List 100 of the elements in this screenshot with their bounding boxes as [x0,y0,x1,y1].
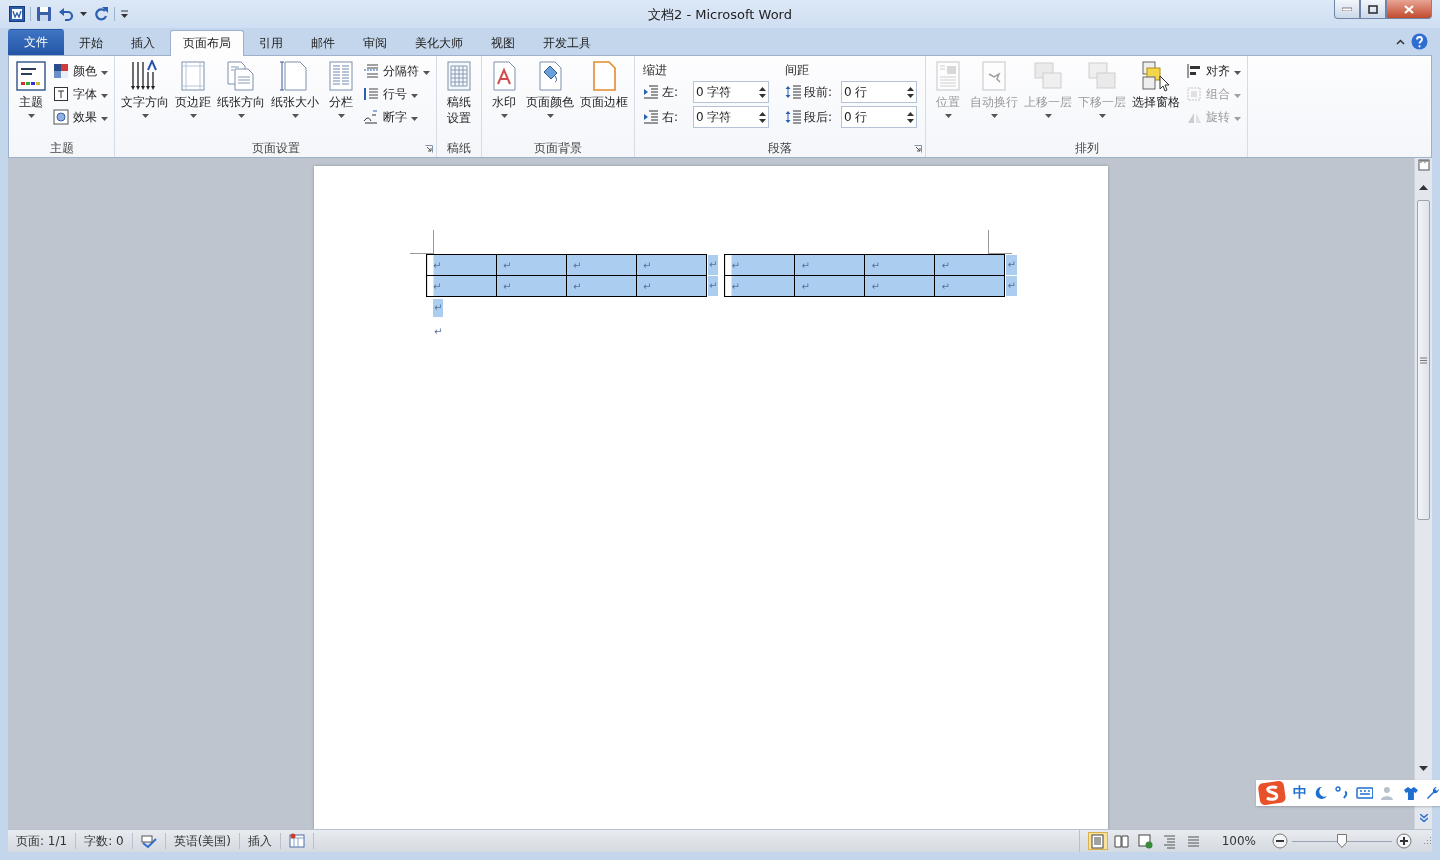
group-label: 页面背景 [534,141,582,155]
ribbon-button[interactable]: 颜色 [51,61,110,81]
zoom-out-button[interactable] [1272,833,1288,849]
indent-icon [643,85,659,99]
table-cell: ↵ [724,275,795,297]
spell-check-icon [140,833,157,849]
launcher-arrow-icon [914,145,922,153]
ribbon-button[interactable]: 分隔符 [361,61,432,81]
zoom-slider[interactable] [1292,834,1392,848]
ribbon-tab[interactable]: 插入 [118,31,168,55]
ribbon-tab[interactable]: 审阅 [350,31,400,55]
crescent-moon-icon [1313,786,1328,800]
ribbon-button[interactable]: 纸张大小 [269,59,321,139]
grip-icon [1420,356,1427,364]
ruler-icon [1417,159,1430,171]
ribbon-button[interactable]: 稿纸设置 [441,59,477,139]
ribbon-tab[interactable]: 文件 [8,29,64,55]
ribbon-tab[interactable]: 美化大师 [402,31,476,55]
scrollbar-thumb[interactable] [1417,200,1430,520]
ribbon-button[interactable]: 页面颜色 [524,59,576,139]
caret-icon [990,114,998,118]
field-label: 段前: [804,83,833,101]
ribbon-button[interactable]: 主题 [13,59,49,139]
caret-icon [291,114,299,118]
ribbon-button[interactable]: 字体 [51,84,110,104]
ribbon-button[interactable]: 行号 [361,84,432,104]
ribbon-tab[interactable]: 引用 [246,31,296,55]
spin-field[interactable]: 0 行 [841,81,917,103]
caret-icon [141,114,149,118]
table-cell: ↵ [566,254,637,276]
ribbon-button[interactable]: 断字 [361,107,432,127]
view-button[interactable] [1111,832,1132,850]
group-icon [1186,86,1202,102]
status-item[interactable]: 页面: 1/1 [8,833,77,849]
ribbon-button[interactable]: 页边距 [173,59,213,139]
t-shirt-icon [1403,786,1420,800]
zoom-in-button[interactable] [1396,833,1412,849]
ribbon-tab[interactable]: 邮件 [298,31,348,55]
crop-mark [410,230,434,254]
outline-icon [1162,833,1178,849]
ribbon-button[interactable]: 分栏 [323,59,359,139]
caret-icon [1234,70,1241,75]
zoom-level[interactable]: 100% [1215,833,1262,849]
ribbon-button[interactable]: 水印 [486,59,522,139]
punctuation-icon [1334,786,1349,800]
table-cell: ↵ [724,254,795,276]
ime-mode-button[interactable]: 中 [1292,784,1307,802]
dialog-launcher-button[interactable] [914,145,922,153]
row-end-mark: ↵ [1006,276,1017,296]
launcher-arrow-icon [425,145,433,153]
spin-arrows-icon [907,111,914,123]
ribbon-tab[interactable]: 视图 [478,31,528,55]
macro-record-icon [289,833,306,849]
section-heading: 间距 [785,62,810,78]
down-arrow-icon [1419,765,1428,771]
ribbon-button[interactable]: 选择窗格 [1130,59,1182,139]
help-button[interactable] [1411,33,1428,50]
status-item[interactable]: 英语(美国) [165,833,241,849]
spin-field[interactable]: 0 字符 [693,106,769,128]
caret-icon [944,114,952,118]
breaks-icon [363,63,379,79]
minimize-button[interactable] [1334,0,1360,19]
collapse-ribbon-button[interactable] [1396,38,1405,45]
ribbon-button[interactable]: 对齐 [1184,61,1243,81]
spin-field[interactable]: 0 字符 [693,81,769,103]
ribbon-button[interactable]: 页面边框 [578,59,630,139]
close-button[interactable] [1386,0,1432,19]
chevron-up-icon [1396,38,1405,45]
restore-button[interactable] [1360,0,1386,19]
up-arrow-icon [1419,184,1428,190]
caret-icon [1234,93,1241,98]
caret-icon [189,114,197,118]
status-item[interactable]: 插入 [240,833,282,849]
ribbon-tab[interactable]: 开始 [66,31,116,55]
caret-icon [500,114,508,118]
wrench-icon [1426,786,1440,800]
double-down-arrow-icon [1419,814,1428,822]
hyphenation-icon [363,109,379,125]
caret-icon [1098,114,1106,118]
spin-field[interactable]: 0 行 [841,106,917,128]
ruler-toggle-button[interactable] [1415,158,1432,172]
word-app-icon[interactable] [8,4,26,24]
slider-thumb[interactable] [1337,834,1347,848]
ribbon-button[interactable]: 效果 [51,107,110,127]
ribbon-tab[interactable]: 开发工具 [530,31,604,55]
ribbon-button[interactable]: 纸张方向 [215,59,267,139]
status-item[interactable]: 字数: 0 [76,833,133,849]
spin-arrows-icon [759,86,766,98]
group-label: 主题 [49,141,74,155]
ribbon-tab[interactable]: 页面布局 [170,30,244,56]
caret-icon [546,114,554,118]
row-end-mark: ↵ [708,255,719,275]
save-button[interactable] [35,4,53,24]
window-title: 文档2 - Microsoft Word [648,7,792,22]
print-layout-icon [1090,833,1106,849]
view-button[interactable] [1087,832,1108,850]
dialog-launcher-button[interactable] [425,145,433,153]
group-label: 稿纸 [447,141,471,155]
table-cell: ↵ [794,254,865,276]
ribbon-button[interactable]: 文字方向 [119,59,171,139]
